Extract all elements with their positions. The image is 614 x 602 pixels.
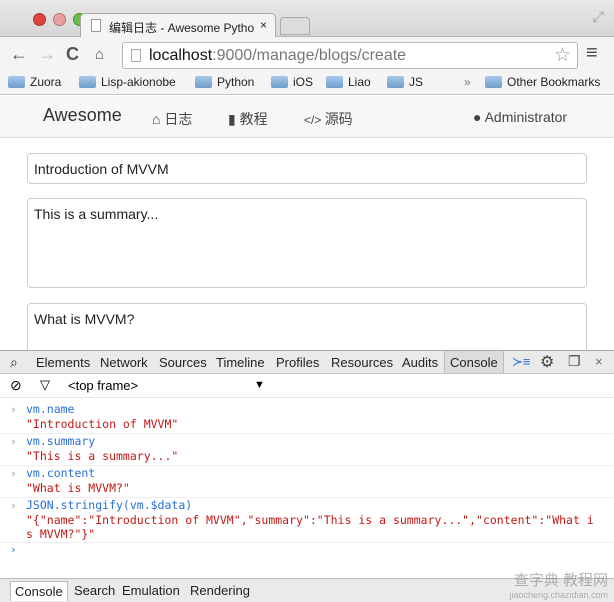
tab-network[interactable]: Network <box>100 355 148 370</box>
tab-profiles[interactable]: Profiles <box>276 355 319 370</box>
tab-resources[interactable]: Resources <box>331 355 393 370</box>
blog-summary-textarea[interactable]: This is a summary... <box>27 198 587 288</box>
blog-name-input[interactable]: Introduction of MVVM <box>27 153 587 184</box>
nav-tutorials[interactable]: ▮ 教程 <box>228 109 268 129</box>
url-path: :9000/manage/blogs/create <box>212 47 407 64</box>
console-input: vm.name <box>26 402 75 416</box>
chevron-down-icon[interactable]: ▼ <box>254 379 265 391</box>
console-output: "What is MVVM?" <box>26 481 130 495</box>
book-icon: ▮ <box>228 111 240 127</box>
bookmark-star-icon[interactable]: ☆ <box>554 44 571 67</box>
bookmark-zuora[interactable]: Zuora <box>8 75 61 89</box>
filter-icon[interactable]: ▽ <box>40 377 50 393</box>
tab-title: 编辑日志 - Awesome Pytho <box>109 21 255 35</box>
search-icon[interactable]: ⌕ <box>10 354 18 371</box>
folder-icon <box>326 76 343 88</box>
input-prompt-icon: › <box>10 467 17 480</box>
address-bar[interactable]: localhost:9000/manage/blogs/create ☆ <box>122 42 578 69</box>
dock-icon[interactable]: ❐ <box>568 353 581 370</box>
watermark: 查字典 教程网 jiaocheng.chazidian.com <box>509 572 608 600</box>
fullscreen-icon[interactable]: ⤢ <box>593 8 604 25</box>
close-tab-icon[interactable]: × <box>260 18 267 32</box>
console-output: "{"name":"Introduction of MVVM","summary… <box>26 513 594 541</box>
gear-icon[interactable]: ⚙ <box>540 352 554 372</box>
brand-link[interactable]: Awesome <box>43 105 122 126</box>
tab-sources[interactable]: Sources <box>159 355 207 370</box>
drawer-tab-console[interactable]: Console <box>10 581 68 601</box>
drawer-toggle-icon[interactable]: ≻≡ <box>512 354 530 370</box>
close-icon[interactable]: × <box>595 354 603 369</box>
back-button[interactable]: ← <box>10 44 28 65</box>
folder-icon <box>195 76 212 88</box>
home-button[interactable]: ⌂ <box>95 46 104 63</box>
devtools-toolbar: ⌕ Elements Network Sources Timeline Prof… <box>0 350 614 374</box>
frame-select[interactable]: <top frame> <box>68 378 138 393</box>
folder-icon <box>8 76 25 88</box>
console-input: JSON.stringify(vm.$data) <box>26 498 193 512</box>
clear-console-icon[interactable]: ⊘ <box>10 377 22 394</box>
tab-bar: 编辑日志 - Awesome Pytho × ⤢ <box>0 0 614 38</box>
folder-icon <box>79 76 96 88</box>
nav-source[interactable]: </> 源码 <box>304 109 353 129</box>
folder-icon <box>271 76 288 88</box>
tab-timeline[interactable]: Timeline <box>216 355 265 370</box>
console-output: "Introduction of MVVM" <box>26 417 179 431</box>
user-menu[interactable]: ● Administrator <box>473 109 567 125</box>
console-output: "This is a summary..." <box>26 449 179 463</box>
drawer-tab-rendering[interactable]: Rendering <box>190 583 250 598</box>
home-icon: ⌂ <box>152 111 165 127</box>
console-log: › vm.name "Introduction of MVVM" › vm.su… <box>0 398 614 578</box>
tab-audits[interactable]: Audits <box>402 355 438 370</box>
drawer-tab-emulation[interactable]: Emulation <box>122 583 180 598</box>
bookmark-js[interactable]: JS <box>387 75 423 89</box>
url-host: localhost <box>149 47 213 64</box>
console-input: vm.summary <box>26 434 96 448</box>
new-tab-button[interactable] <box>280 17 310 35</box>
console-filter-bar: ⊘ ▽ <top frame> ▼ <box>0 374 614 398</box>
drawer-tab-search[interactable]: Search <box>74 583 115 598</box>
bookmark-python[interactable]: Python <box>195 75 254 89</box>
console-prompt[interactable]: › <box>10 543 17 556</box>
page-icon <box>91 19 101 32</box>
browser-tab[interactable]: 编辑日志 - Awesome Pytho × <box>80 13 276 38</box>
site-navbar: Awesome ⌂ 日志 ▮ 教程 </> 源码 ● Administrator <box>0 96 614 138</box>
folder-icon <box>387 76 404 88</box>
other-bookmarks[interactable]: Other Bookmarks <box>485 75 600 89</box>
forward-button[interactable]: → <box>38 44 56 65</box>
nav-blogs[interactable]: ⌂ 日志 <box>152 109 192 129</box>
menu-icon[interactable]: ≡ <box>586 42 598 65</box>
bookmark-liao[interactable]: Liao <box>326 75 371 89</box>
reload-button[interactable]: C <box>66 44 79 65</box>
bookmark-ios[interactable]: iOS <box>271 75 313 89</box>
input-prompt-icon: › <box>10 403 17 416</box>
page-icon <box>131 49 141 62</box>
folder-icon <box>485 76 502 88</box>
input-prompt-icon: › <box>10 499 17 512</box>
code-icon: </> <box>304 113 325 127</box>
close-window-button[interactable] <box>33 13 46 26</box>
tab-console[interactable]: Console <box>444 351 504 373</box>
user-icon: ● <box>473 109 482 125</box>
tab-elements[interactable]: Elements <box>36 355 90 370</box>
input-prompt-icon: › <box>10 435 17 448</box>
bookmark-lisp[interactable]: Lisp-akionobe <box>79 75 176 89</box>
bookmarks-overflow[interactable]: » <box>464 75 471 89</box>
divider <box>0 542 614 543</box>
bookmarks-bar: Zuora Lisp-akionobe Python iOS Liao JS »… <box>0 70 614 95</box>
console-input: vm.content <box>26 466 96 480</box>
minimize-window-button[interactable] <box>53 13 66 26</box>
